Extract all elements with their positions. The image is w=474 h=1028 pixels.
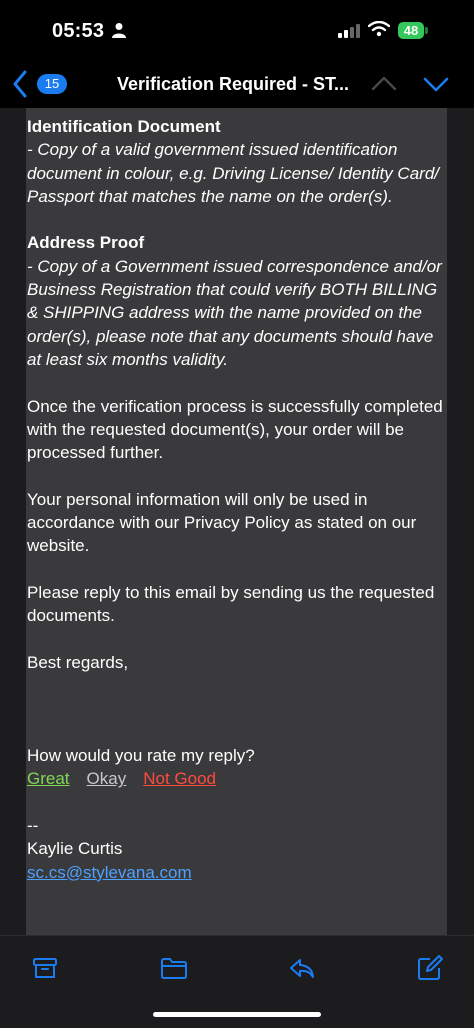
address-proof-heading: Address Proof [27,233,145,253]
archive-icon[interactable] [31,954,59,982]
reply-icon[interactable] [288,954,316,982]
rating-great-link[interactable]: Great [27,769,70,788]
status-bar: 05:53 48 [0,0,474,62]
battery-level: 48 [403,23,419,38]
signature-separator: -- [27,815,39,835]
back-chevron-icon[interactable] [10,68,30,100]
privacy-paragraph: Your personal information will only be u… [27,489,417,556]
address-proof-text: - Copy of a Government issued correspond… [27,256,442,369]
process-paragraph: Once the verification process is success… [27,396,443,463]
battery-icon: 48 [398,22,424,39]
closing-text: Best regards, [27,652,129,672]
home-indicator [153,1012,321,1017]
mail-nav-bar: 15 Verification Required - ST... [0,62,474,108]
folder-icon[interactable] [160,954,188,982]
rating-okay-link[interactable]: Okay [87,769,127,788]
person-icon [112,23,126,38]
compose-icon[interactable] [416,954,444,982]
next-message-icon[interactable] [422,74,450,94]
id-document-text: - Copy of a valid government issued iden… [27,140,439,206]
previous-message-icon[interactable] [370,74,398,94]
battery-tip [425,27,428,34]
rating-links: Great Okay Not Good [27,767,447,790]
reply-paragraph: Please reply to this email by sending us… [27,582,435,626]
email-subject-title: Verification Required - ST... [117,74,350,94]
rating-not-good-link[interactable]: Not Good [143,769,216,788]
id-document-heading: Identification Document [27,117,221,136]
signature-name: Kaylie Curtis [27,839,123,859]
rate-question: How would you rate my reply? [27,746,255,766]
wifi-icon [368,21,390,37]
back-unread-badge[interactable]: 15 [37,74,67,94]
signature-email-link[interactable]: sc.cs@stylevana.com [27,861,447,884]
email-body: Identification Document - Copy of a vali… [27,115,447,884]
clock: 05:53 [52,20,105,42]
